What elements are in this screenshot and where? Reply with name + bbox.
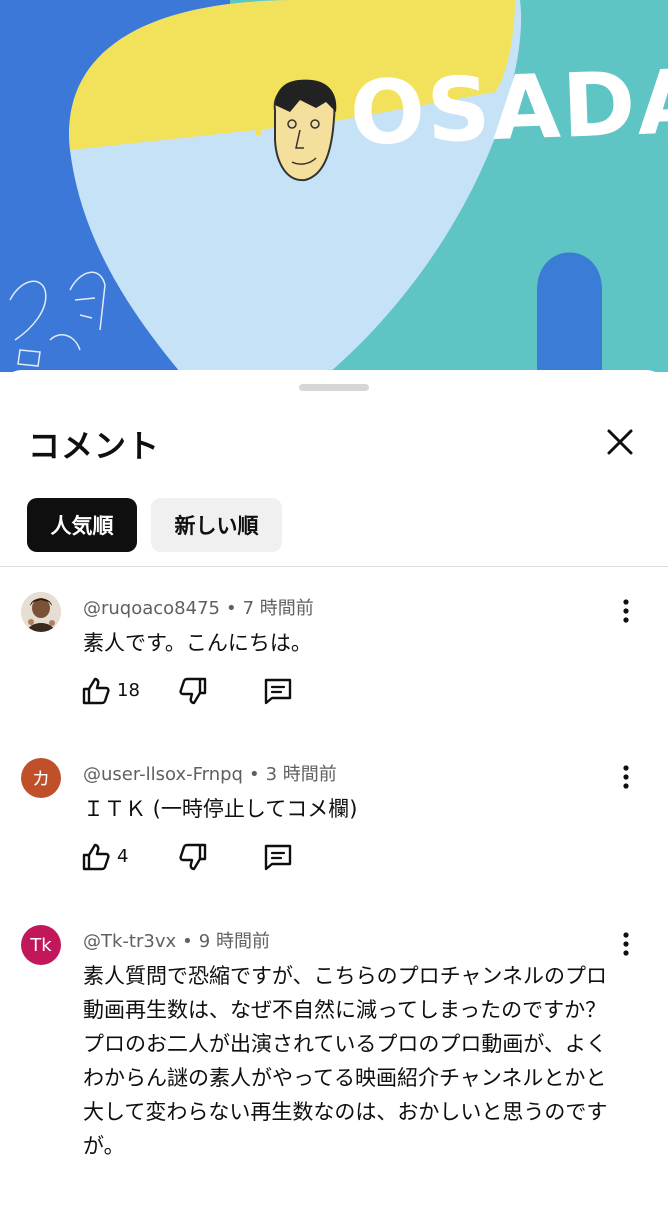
comment-actions: 4 bbox=[80, 841, 320, 875]
video-player[interactable]: OSADA bbox=[0, 0, 668, 372]
thumbs-up-icon bbox=[82, 843, 110, 871]
avatar-letter: Tk bbox=[30, 934, 52, 956]
comment-author[interactable]: @user-llsox-Frnpq bbox=[83, 764, 243, 785]
reply-button[interactable] bbox=[262, 675, 294, 711]
avatar[interactable]: Tk bbox=[21, 925, 61, 965]
separator-dot: • bbox=[248, 764, 260, 785]
comment-meta: @Tk-tr3vx • 9 時間前 bbox=[83, 927, 270, 953]
close-icon bbox=[607, 429, 633, 455]
avatar-letter: カ bbox=[32, 769, 50, 790]
like-count: 4 bbox=[117, 846, 129, 867]
avatar[interactable] bbox=[21, 592, 61, 632]
more-options-button[interactable] bbox=[615, 596, 637, 626]
reply-comment-icon bbox=[264, 844, 292, 871]
comment-text: ＩＴＫ (一時停止してコメ欄) bbox=[83, 797, 358, 821]
comment-author[interactable]: @ruqoaco8475 bbox=[83, 598, 220, 619]
dislike-button[interactable] bbox=[177, 675, 209, 711]
comments-sheet: コメント 人気順 新しい順 @ruqoaco8475 • 7 時間前 素人です。こん… bbox=[0, 370, 668, 1209]
video-title-text: OSADA bbox=[348, 49, 668, 165]
comment-meta: @ruqoaco8475 • 7 時間前 bbox=[83, 594, 314, 620]
thumbs-up-icon bbox=[82, 677, 110, 705]
more-vert-icon bbox=[623, 765, 629, 789]
thumbs-down-icon bbox=[179, 843, 207, 871]
more-options-button[interactable] bbox=[615, 762, 637, 792]
comment-meta: @user-llsox-Frnpq • 3 時間前 bbox=[83, 760, 337, 786]
reply-button[interactable] bbox=[262, 841, 294, 877]
comment-actions: 18 bbox=[80, 675, 320, 709]
comment-time: 9 時間前 bbox=[198, 931, 270, 952]
reply-comment-icon bbox=[264, 678, 292, 705]
comment-text: 素人です。こんにちは。 bbox=[83, 631, 312, 655]
avatar[interactable]: カ bbox=[21, 758, 61, 798]
filter-chip-popular[interactable]: 人気順 bbox=[27, 498, 137, 552]
thumbs-down-icon bbox=[179, 677, 207, 705]
avatar-photo bbox=[21, 592, 61, 632]
filter-chip-newest[interactable]: 新しい順 bbox=[151, 498, 282, 552]
more-options-button[interactable] bbox=[615, 929, 637, 959]
comment-author[interactable]: @Tk-tr3vx bbox=[83, 931, 176, 952]
dislike-button[interactable] bbox=[177, 841, 209, 877]
like-count: 18 bbox=[117, 680, 140, 701]
divider bbox=[0, 566, 668, 567]
sheet-title: コメント bbox=[28, 427, 161, 465]
more-vert-icon bbox=[623, 932, 629, 956]
like-button[interactable] bbox=[80, 841, 112, 877]
comment-time: 3 時間前 bbox=[265, 764, 337, 785]
comment-text: 素人質問で恐縮ですが、こちらのプロチャンネルのプロ動画再生数は、なぜ不自然に減っ… bbox=[83, 964, 608, 1158]
separator-dot: • bbox=[226, 598, 237, 619]
more-vert-icon bbox=[623, 599, 629, 623]
comment-time: 7 時間前 bbox=[242, 598, 314, 619]
close-button[interactable] bbox=[602, 424, 638, 460]
like-button[interactable] bbox=[80, 675, 112, 711]
separator-dot: • bbox=[182, 931, 193, 952]
drag-handle[interactable] bbox=[299, 384, 369, 391]
